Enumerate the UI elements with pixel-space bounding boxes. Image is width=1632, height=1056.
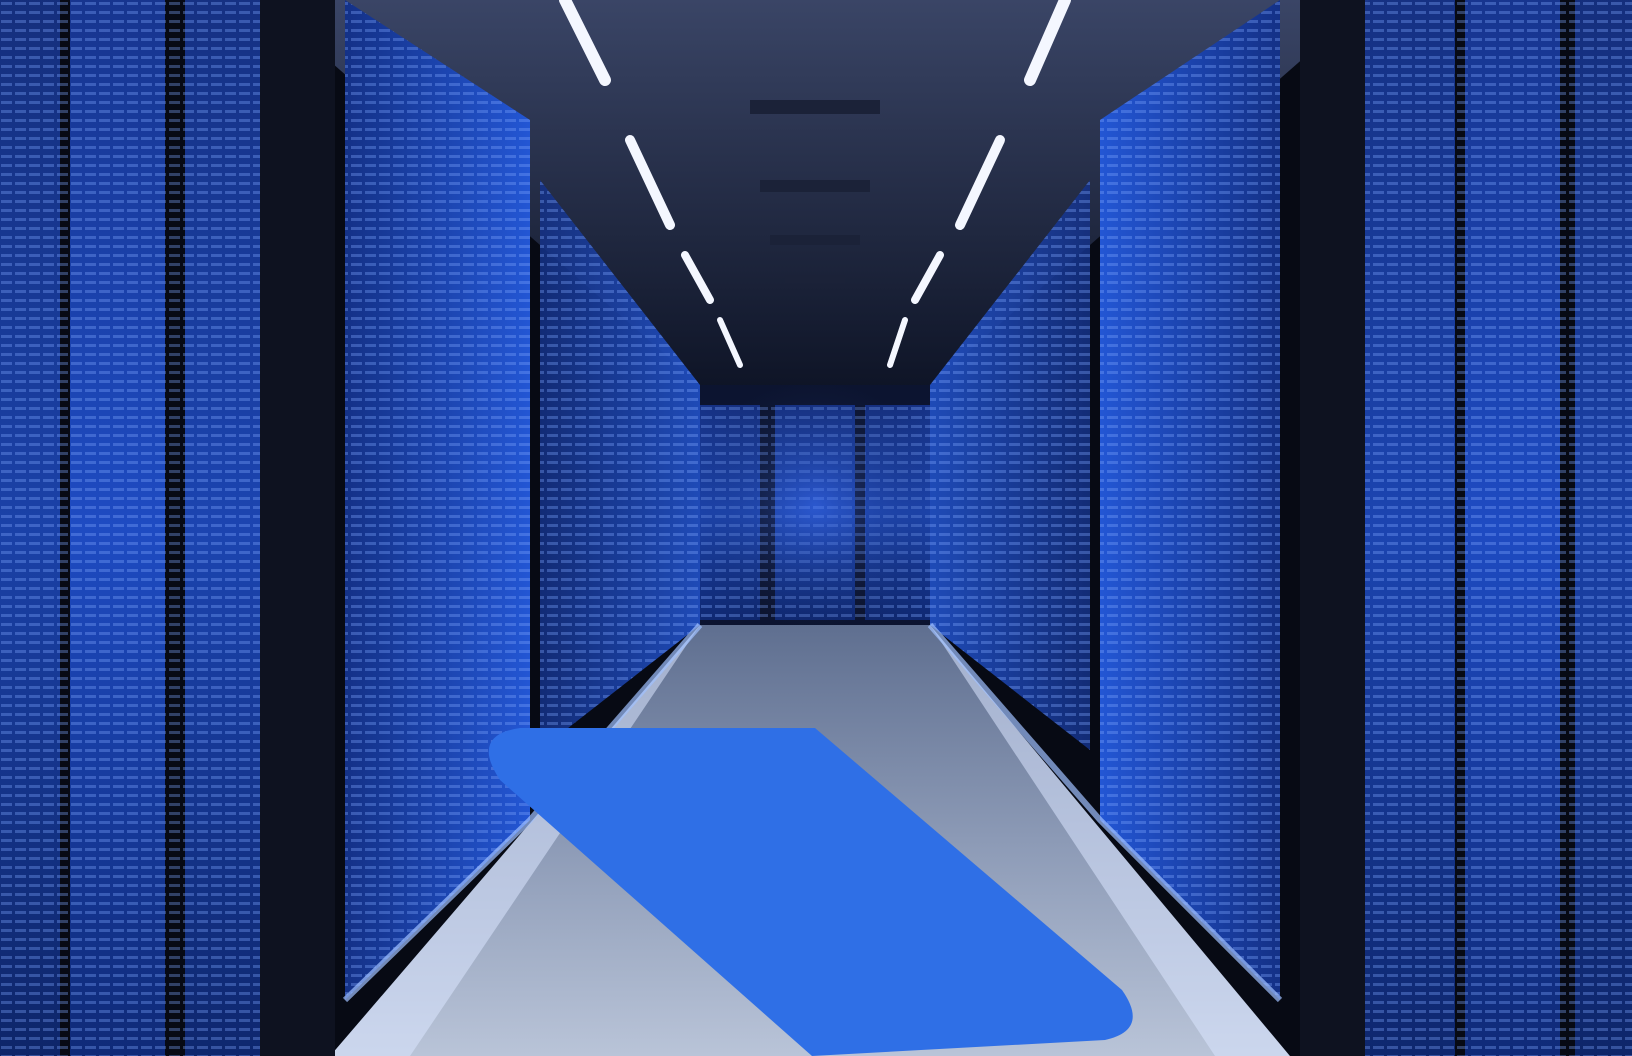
server-room-photo: [0, 0, 1632, 1056]
server-room-illustration: [0, 0, 1632, 1056]
